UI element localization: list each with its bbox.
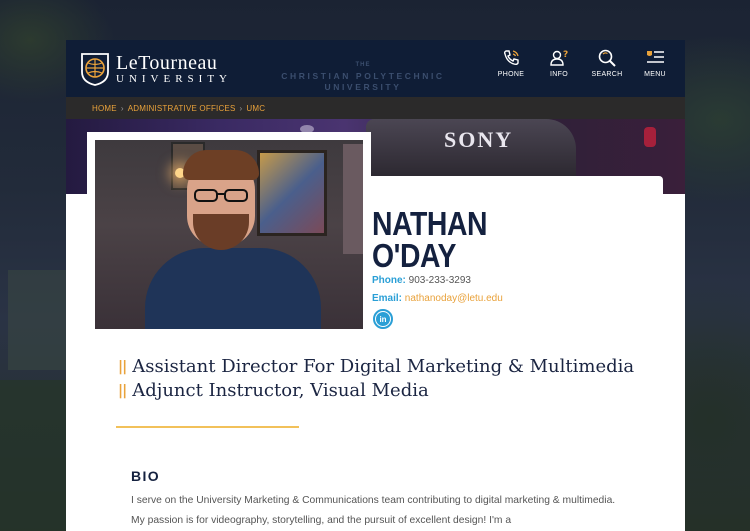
- nav-menu-button[interactable]: MENU: [637, 48, 673, 78]
- logo-name: LeTourneau: [116, 51, 218, 74]
- bio-heading: BIO: [131, 468, 161, 484]
- background-building: [8, 270, 68, 370]
- shield-globe-icon: [81, 52, 109, 86]
- job-title-1: || Assistant Director For Digital Market…: [118, 356, 634, 377]
- person-beard: [193, 214, 249, 250]
- section-divider: [116, 426, 299, 428]
- person-hair: [183, 150, 259, 180]
- wall-frame-right: [343, 144, 363, 254]
- job-title-text: Adjunct Instructor, Visual Media: [132, 380, 429, 401]
- glasses: [194, 189, 248, 202]
- site-header: LeTourneau UNIVERSITY THE CHRISTIAN POLY…: [66, 40, 685, 97]
- breadcrumb-admin-offices[interactable]: ADMINISTRATIVE OFFICES: [128, 104, 236, 113]
- title-marker: ||: [118, 358, 127, 375]
- nav-menu-label: MENU: [644, 71, 666, 78]
- profile-name: NATHAN O'DAY: [372, 205, 488, 274]
- nav-phone-label: PHONE: [497, 71, 525, 78]
- header-nav: PHONE ? INFO SEARCH MENU: [493, 48, 673, 78]
- bio-text: I serve on the University Marketing & Co…: [131, 495, 616, 526]
- wall-painting: [257, 150, 327, 236]
- breadcrumb-separator: ›: [120, 103, 124, 113]
- svg-text:?: ?: [563, 50, 569, 60]
- breadcrumb-umc[interactable]: UMC: [246, 104, 265, 113]
- profile-card-top: [364, 176, 663, 196]
- phone-icon: [503, 50, 519, 66]
- nav-search-button[interactable]: SEARCH: [589, 48, 625, 78]
- email-link[interactable]: nathanoday@letu.edu: [405, 293, 503, 304]
- email-label: Email:: [372, 293, 403, 304]
- job-title-2: || Adjunct Instructor, Visual Media: [118, 380, 429, 401]
- title-marker: ||: [118, 382, 127, 399]
- phone-label: Phone:: [372, 275, 406, 286]
- email-row: Email: nathanoday@letu.edu: [372, 293, 503, 304]
- linkedin-button[interactable]: in: [373, 309, 393, 329]
- university-logo[interactable]: LeTourneau UNIVERSITY: [80, 52, 232, 86]
- linkedin-icon: in: [376, 312, 390, 326]
- breadcrumb-home[interactable]: HOME: [92, 104, 117, 113]
- menu-icon: [647, 51, 664, 63]
- logo-subtitle: UNIVERSITY: [116, 72, 232, 85]
- tagline: THE CHRISTIAN POLYTECHNIC UNIVERSITY: [258, 58, 468, 93]
- job-title-text: Assistant Director For Digital Marketing…: [132, 356, 635, 377]
- nav-phone-button[interactable]: PHONE: [493, 48, 529, 78]
- nav-info-button[interactable]: ? INFO: [541, 48, 577, 78]
- info-user-icon: ?: [550, 50, 569, 66]
- search-icon: [598, 49, 616, 67]
- tagline-the: THE: [355, 62, 371, 68]
- breadcrumb: HOME › ADMINISTRATIVE OFFICES › UMC: [66, 97, 685, 119]
- nav-info-label: INFO: [550, 71, 568, 78]
- camera-brand-text: SONY: [444, 127, 514, 152]
- first-name: NATHAN: [372, 205, 488, 242]
- hero-red-light: [644, 127, 656, 147]
- profile-photo: [95, 140, 363, 329]
- tagline-text: CHRISTIAN POLYTECHNIC UNIVERSITY: [281, 71, 445, 92]
- phone-number[interactable]: 903-233-3293: [409, 275, 471, 286]
- phone-row: Phone: 903-233-3293: [372, 275, 471, 286]
- person-shirt: [145, 248, 321, 329]
- breadcrumb-separator: ›: [239, 103, 243, 113]
- last-name: O'DAY: [372, 237, 456, 274]
- background-grass: [0, 380, 70, 531]
- nav-search-label: SEARCH: [591, 71, 623, 78]
